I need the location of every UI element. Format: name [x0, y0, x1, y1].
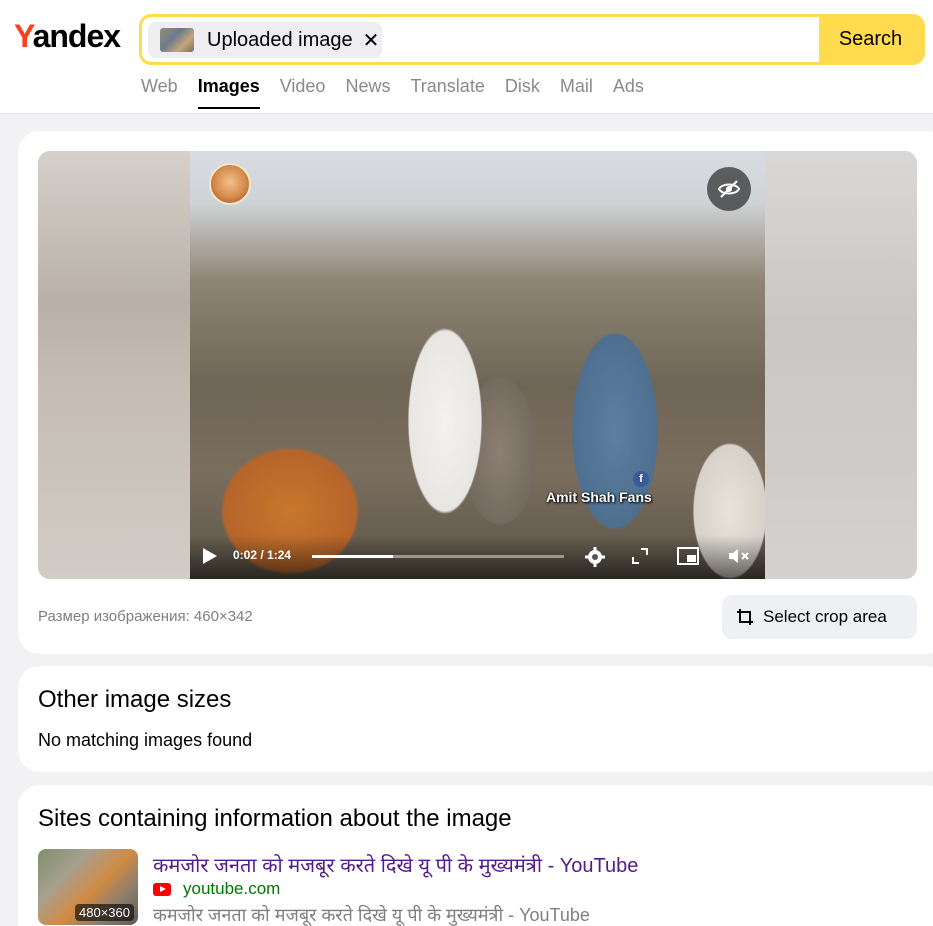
other-sizes-card: Other image sizes No matching images fou…: [18, 666, 933, 772]
tab-mail[interactable]: Mail: [560, 76, 593, 109]
site-result-description: कमजोर जनता को मजबूर करते दिखे यू पी के म…: [153, 905, 590, 925]
video-controls: 0:02 / 1:24: [190, 535, 765, 579]
no-matching-images-text: No matching images found: [38, 730, 253, 750]
pip-icon-svg: [677, 547, 699, 565]
crop-icon-svg: [737, 609, 753, 625]
facebook-icon: f: [633, 471, 649, 487]
logo-rest: andex: [32, 18, 121, 54]
youtube-icon: [153, 882, 171, 896]
eye-off-icon[interactable]: [707, 167, 751, 211]
fullscreen-icon[interactable]: [630, 546, 650, 570]
header: Yandex Uploaded image ✕ Search Web Image…: [0, 0, 933, 114]
remove-image-icon[interactable]: ✕: [363, 28, 380, 53]
site-result-title[interactable]: कमजोर जनता को मजबूर करते दिखे यू पी के म…: [153, 851, 638, 878]
tab-disk[interactable]: Disk: [505, 76, 540, 109]
settings-icon[interactable]: [584, 546, 606, 572]
pip-icon[interactable]: [677, 546, 699, 570]
uploaded-image-thumbnail: [160, 28, 194, 52]
site-result-domain[interactable]: youtube.com: [153, 879, 280, 899]
image-preview-card: f Amit Shah Fans 0:02 / 1:24 Размер изоб…: [18, 131, 933, 654]
tab-web[interactable]: Web: [141, 76, 178, 109]
image-size-text: Размер изображения: 460×342: [38, 608, 253, 625]
tab-translate[interactable]: Translate: [410, 76, 484, 109]
logo-y: Y: [14, 18, 34, 54]
tab-news[interactable]: News: [345, 76, 390, 109]
yandex-logo[interactable]: Yandex: [14, 18, 121, 55]
video-frame[interactable]: f Amit Shah Fans 0:02 / 1:24: [190, 151, 765, 579]
mute-icon[interactable]: [727, 546, 751, 570]
sites-card: Sites containing information about the i…: [18, 785, 933, 926]
crop-icon: [736, 608, 754, 626]
video-progress-fill: [312, 555, 393, 558]
fullscreen-icon-svg: [632, 548, 648, 564]
uploaded-image-chip[interactable]: Uploaded image ✕: [148, 22, 382, 58]
site-thumbnail[interactable]: 480×360: [38, 849, 138, 925]
settings-icon-svg: [585, 547, 605, 567]
eye-off-icon-svg: [717, 180, 741, 198]
video-watermark: Amit Shah Fans: [546, 489, 652, 505]
blurred-background-right: [765, 151, 917, 579]
other-sizes-title: Other image sizes: [38, 686, 232, 713]
select-crop-area-button[interactable]: Select crop area: [722, 595, 917, 639]
chip-label: Uploaded image: [207, 28, 353, 51]
blurred-background-left: [38, 151, 190, 579]
search-button[interactable]: Search: [819, 17, 922, 62]
service-tabs: Web Images Video News Translate Disk Mai…: [141, 76, 664, 109]
channel-avatar: [209, 163, 251, 205]
tab-video[interactable]: Video: [280, 76, 326, 109]
site-domain-label: youtube.com: [183, 879, 281, 898]
play-icon[interactable]: [203, 548, 217, 564]
tab-images[interactable]: Images: [197, 76, 260, 109]
thumbnail-resolution: 480×360: [75, 904, 134, 921]
image-preview: f Amit Shah Fans 0:02 / 1:24: [38, 151, 917, 579]
search-bar[interactable]: Uploaded image ✕ Search: [139, 14, 925, 65]
sites-title: Sites containing information about the i…: [38, 805, 512, 832]
mute-icon-svg: [729, 549, 749, 563]
video-time: 0:02 / 1:24: [233, 548, 292, 562]
crop-button-label: Select crop area: [763, 607, 887, 626]
tab-ads[interactable]: Ads: [613, 76, 644, 109]
video-progress-bar[interactable]: [312, 555, 564, 558]
